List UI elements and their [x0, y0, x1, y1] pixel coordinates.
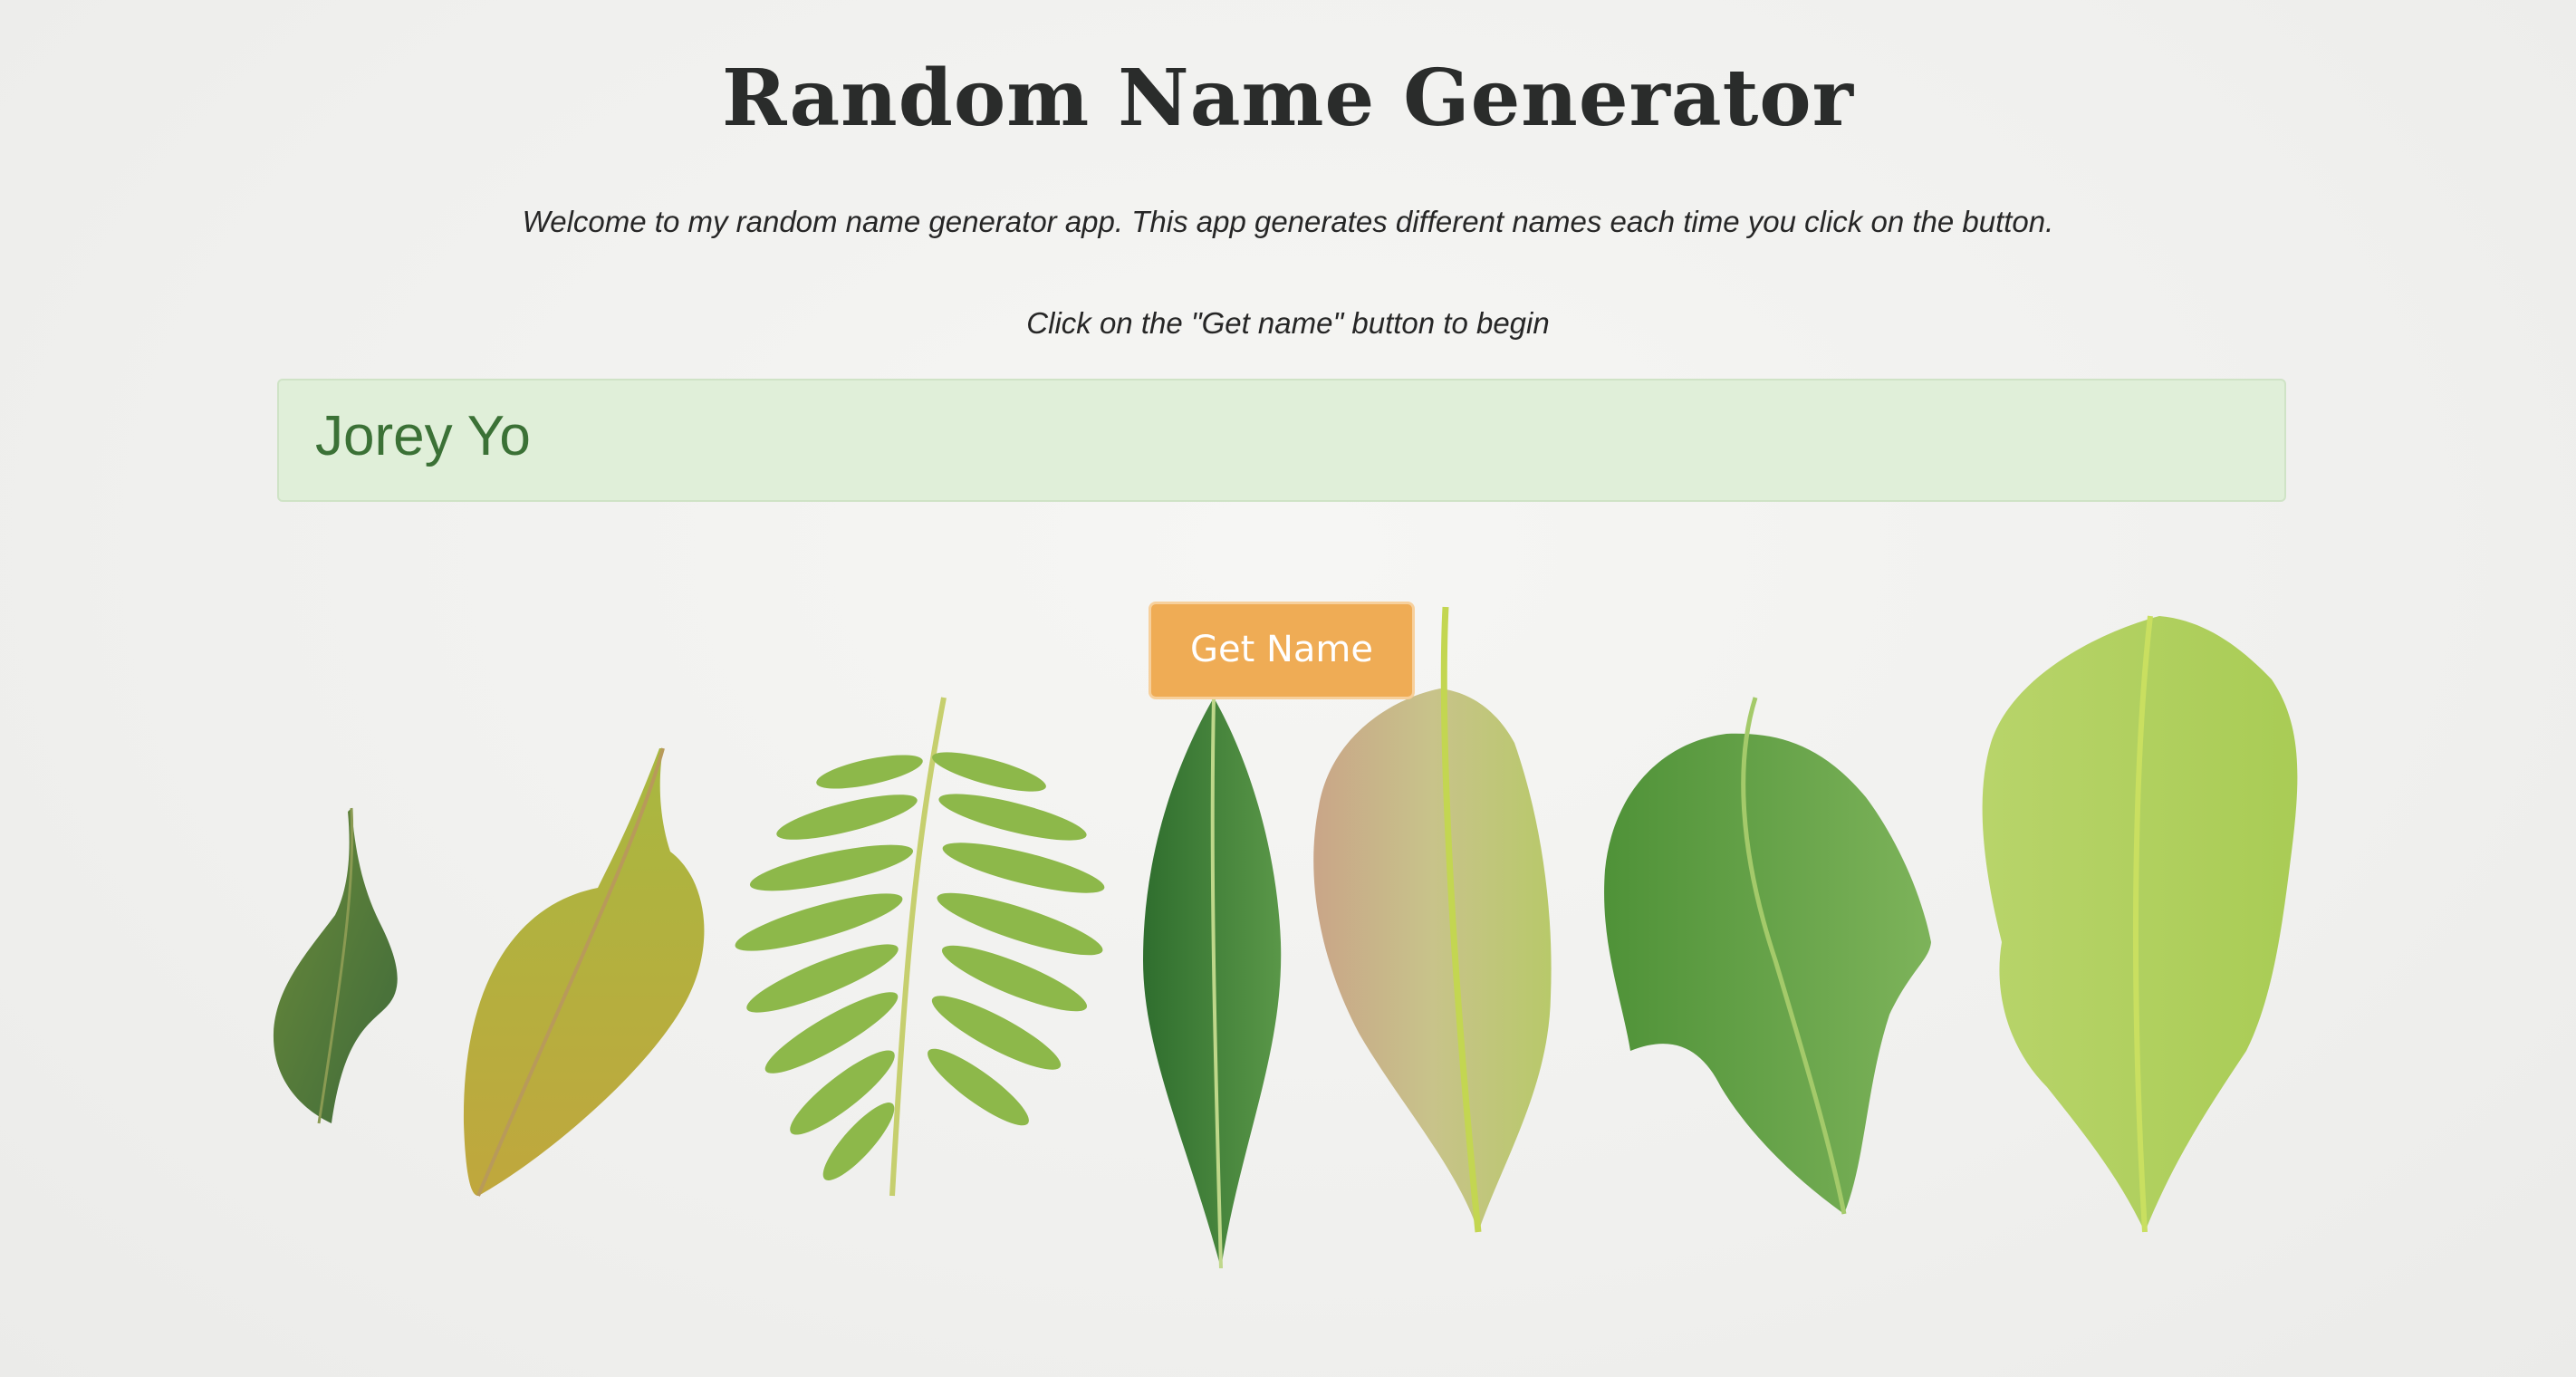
leaf-icon — [1604, 697, 1931, 1215]
leaf-icon — [1982, 615, 2298, 1233]
generated-name-box: Jorey Yo — [277, 379, 2286, 502]
leaf-icon — [1313, 606, 1552, 1233]
get-name-button[interactable]: Get Name — [1149, 602, 1415, 699]
leaf-icon — [273, 807, 398, 1124]
leaf-icon — [1143, 697, 1282, 1268]
page: Random Name Generator Welcome to my rand… — [0, 0, 2576, 1377]
welcome-text: Welcome to my random name generator app.… — [522, 205, 2054, 238]
generated-name: Jorey Yo — [315, 405, 531, 467]
instruction-text: Click on the "Get name" button to begin — [1026, 306, 1550, 340]
fern-leaf-icon — [735, 697, 1105, 1197]
leaf-icon — [463, 747, 705, 1197]
page-title: Random Name Generator — [722, 53, 1854, 144]
